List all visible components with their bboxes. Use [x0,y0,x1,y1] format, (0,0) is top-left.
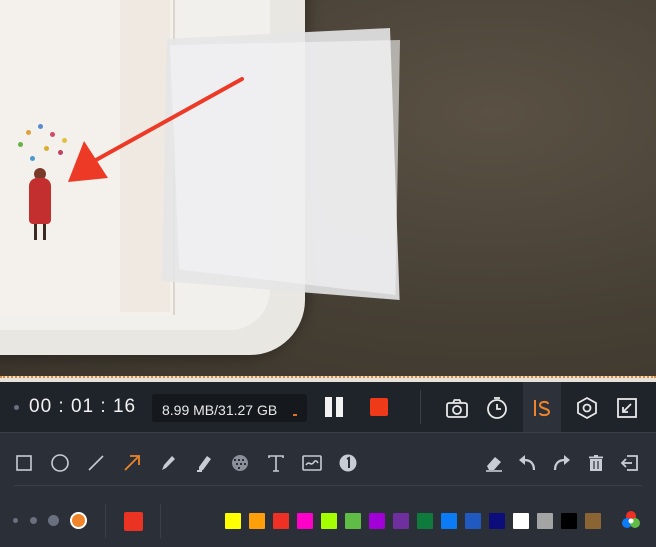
text-tool[interactable] [264,451,288,475]
brush-size-1[interactable] [13,518,18,523]
pen-tool[interactable] [156,451,180,475]
annotation-arrow [68,77,244,182]
annotation-toggle-icon [534,400,551,417]
line-tool-icon [88,455,104,471]
color-swatch[interactable] [297,513,313,529]
recording-preview [0,0,656,378]
recording-control-bar: 00 : 01 : 16 8.99 MB/31.27 GB [0,382,656,432]
undo-icon [519,455,536,471]
image-sticker-tool-icon [302,455,322,471]
color-swatch[interactable] [465,513,481,529]
redo-icon [553,455,570,471]
eraser-button[interactable] [482,451,506,475]
mosaic-blur-tool[interactable] [228,451,252,475]
bar-separator [160,504,161,538]
color-swatch[interactable] [537,513,553,529]
line-tool[interactable] [84,451,108,475]
color-swatch[interactable] [321,513,337,529]
schedule-timer-button[interactable] [484,395,510,421]
color-swatch[interactable] [441,513,457,529]
brush-size-4[interactable] [70,512,87,529]
current-color-swatch[interactable] [124,512,143,531]
screenshot-button[interactable] [444,395,470,421]
exit-annotation-button[interactable] [618,451,642,475]
redo-button[interactable] [550,451,574,475]
eraser-icon [486,457,502,472]
rectangle-tool[interactable] [12,451,36,475]
custom-color-button[interactable] [621,510,641,530]
color-wheel-icon [622,511,640,528]
pen-tool-icon [162,456,175,470]
annotation-toolbar [0,432,656,494]
settings-hexagon-icon [577,396,597,420]
bar-separator [105,504,106,538]
color-and-size-bar [0,494,656,547]
pause-bar-right [336,397,343,417]
file-size-indicator [293,414,297,416]
image-sticker-tool[interactable] [300,451,324,475]
color-swatch[interactable] [273,513,289,529]
text-tool-icon [268,455,284,472]
annotation-toggle-button[interactable] [529,395,555,421]
color-swatch[interactable] [249,513,265,529]
drag-handle-dot[interactable] [14,404,19,410]
step-number-tool-icon [339,454,357,472]
ellipse-tool[interactable] [48,451,72,475]
color-swatch[interactable] [513,513,529,529]
color-swatch[interactable] [585,513,601,529]
screen-recorder-window: 00 : 01 : 16 8.99 MB/31.27 GB [0,0,656,547]
file-size: 8.99 MB/31.27 GB [162,402,278,418]
mosaic-blur-tool-icon [232,455,248,471]
pause-bar-left [325,397,332,417]
clear-all-button[interactable] [584,451,608,475]
stop-button[interactable] [370,398,388,416]
color-swatch[interactable] [345,513,361,529]
toolbar-separator [420,390,421,424]
color-swatch[interactable] [489,513,505,529]
clock-icon [487,397,507,419]
color-swatch[interactable] [561,513,577,529]
minimize-window-button[interactable] [614,395,640,421]
pause-button[interactable] [322,397,346,417]
color-swatch[interactable] [369,513,385,529]
color-swatch[interactable] [393,513,409,529]
exit-annotation-icon [620,455,638,471]
undo-button[interactable] [515,451,539,475]
highlighter-tool-icon [197,456,211,472]
arrow-tool[interactable] [120,451,144,475]
brush-size-3[interactable] [48,515,59,526]
minimize-window-icon [617,398,637,418]
arrow-tool-icon [124,455,140,471]
highlighter-tool[interactable] [192,451,216,475]
toolbar-divider [14,485,642,486]
camera-icon [446,399,468,418]
color-swatch[interactable] [417,513,433,529]
color-swatch[interactable] [225,513,241,529]
elapsed-time: 00 : 01 : 16 [29,396,137,417]
clear-trash-icon [589,455,603,471]
rectangle-tool-icon [16,455,32,471]
settings-button[interactable] [574,395,600,421]
step-number-tool[interactable] [336,451,360,475]
ellipse-tool-icon [51,454,69,472]
brush-size-2[interactable] [30,517,37,524]
